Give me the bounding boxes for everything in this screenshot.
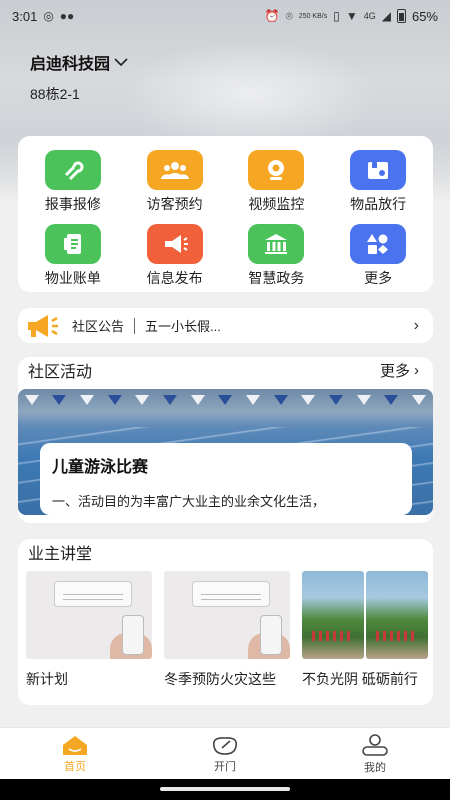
services-card: 报事报修 访客预约 视频监控 物品放行 物业账单 信息发布 智慧政务 更多 [18, 136, 433, 292]
bottom-tab-bar: 首页 开门 我的 [0, 727, 450, 779]
lecture-list: 新计划 冬季预防火灾这些 不负光阴 砥砺前行 [18, 565, 433, 689]
location-selector[interactable]: 启迪科技园 88栋2-1 [30, 50, 128, 104]
notice-label: 社区公告 [72, 319, 125, 334]
service-label: 物品放行 [350, 196, 407, 212]
services-grid: 报事报修 访客预约 视频监控 物品放行 物业账单 信息发布 智慧政务 更多 [22, 150, 429, 288]
home-gesture-pill[interactable] [160, 787, 290, 791]
lecture-item[interactable]: 冬季预防火灾这些 [164, 571, 290, 689]
activity-info-card[interactable]: 儿童游泳比赛 一、活动目的为丰富广大业主的业余文化生活， [40, 443, 412, 515]
activity-description: 一、活动目的为丰富广大业主的业余文化生活， [52, 494, 326, 509]
status-bar: 3:01 ◎ ●● ⏰ ⌾ 250 KB/s ▯ ▼ 4G ◢ 65% [0, 0, 450, 32]
service-label: 访客预约 [146, 196, 203, 212]
service-label: 报事报修 [44, 196, 101, 212]
megaphone-icon[interactable] [146, 224, 203, 264]
divider [134, 317, 136, 334]
network-speed: 250 KB/s [298, 12, 328, 20]
running-event-image[interactable] [302, 571, 428, 659]
door-open-icon[interactable] [210, 734, 240, 756]
network-type: 4G [363, 11, 376, 21]
visitors-icon[interactable] [146, 150, 203, 190]
wechat-icon: ●● [59, 9, 75, 23]
alarm-icon: ⏰ [264, 9, 280, 23]
home-icon[interactable] [61, 734, 89, 756]
air-conditioner-image[interactable] [26, 571, 152, 659]
tab-label[interactable]: 开门 [214, 758, 236, 774]
user-icon[interactable] [361, 733, 389, 757]
lecture-title: 不负光阴 砥砺前行 [302, 671, 418, 687]
status-time: 3:01 [12, 8, 38, 24]
battery-level: 65% [411, 8, 438, 24]
community-notice-bar[interactable]: 社区公告 五一小长假... › [18, 308, 433, 343]
chevron-right-icon[interactable]: › [414, 317, 419, 335]
service-government[interactable]: 智慧政务 [226, 224, 328, 288]
service-release[interactable]: 物品放行 [327, 150, 429, 214]
government-icon[interactable] [248, 224, 305, 264]
pennant-flags [18, 395, 433, 409]
unit-number: 88栋2-1 [30, 86, 80, 102]
wifi-icon: ▼ [345, 9, 358, 23]
service-bill[interactable]: 物业账单 [22, 224, 124, 288]
battery-icon [396, 9, 406, 23]
tab-home[interactable]: 首页 [0, 728, 150, 779]
service-label: 智慧政务 [248, 270, 305, 286]
owner-lecture-card: 业主讲堂 新计划 冬季预防火灾这些 不负光阴 砥砺前行 [18, 539, 433, 705]
wrench-icon[interactable] [44, 150, 101, 190]
section-title: 社区活动 [28, 364, 93, 381]
service-camera[interactable]: 视频监控 [226, 150, 328, 214]
lecture-title: 新计划 [26, 671, 68, 687]
signal-icon: ◢ [381, 9, 391, 23]
service-repair[interactable]: 报事报修 [22, 150, 124, 214]
bill-icon[interactable] [44, 224, 101, 264]
megaphone-icon [28, 314, 58, 337]
tab-profile[interactable]: 我的 [300, 728, 450, 779]
tab-label[interactable]: 我的 [364, 759, 386, 775]
notice-text[interactable]: 五一小长假... [145, 316, 414, 335]
system-navigation-bar [0, 779, 450, 800]
community-activity-card: 社区活动 更多 › 儿童游泳比赛 一、活动目的为丰富广大业主的业余文化生活， [18, 357, 433, 523]
chevron-down-icon[interactable] [114, 57, 128, 67]
weibo-icon: ◎ [43, 9, 54, 23]
service-label: 视频监控 [248, 196, 305, 212]
air-conditioner-image[interactable] [164, 571, 290, 659]
vibrate-icon: ▯ [333, 9, 340, 23]
service-label: 更多 [364, 270, 393, 286]
lecture-item[interactable]: 新计划 [26, 571, 152, 689]
service-visitor[interactable]: 访客预约 [124, 150, 226, 214]
activity-title: 儿童游泳比赛 [52, 459, 149, 476]
lecture-title: 冬季预防火灾这些 [164, 671, 276, 687]
community-name[interactable]: 启迪科技园 [30, 50, 110, 74]
service-label: 信息发布 [146, 270, 203, 286]
more-link[interactable]: 更多 › [380, 360, 419, 381]
more-label[interactable]: 更多 [380, 360, 410, 381]
service-label: 物业账单 [44, 270, 101, 286]
location-pin-icon: ⌾ [285, 8, 293, 23]
lecture-item[interactable]: 不负光阴 砥砺前行 [302, 571, 428, 689]
package-icon[interactable] [350, 150, 407, 190]
section-title: 业主讲堂 [28, 546, 93, 563]
chevron-right-icon[interactable]: › [414, 362, 419, 379]
shapes-icon[interactable] [350, 224, 407, 264]
camera-icon[interactable] [248, 150, 305, 190]
tab-label[interactable]: 首页 [64, 758, 86, 774]
service-more[interactable]: 更多 [327, 224, 429, 288]
tab-open-door[interactable]: 开门 [150, 728, 300, 779]
service-publish[interactable]: 信息发布 [124, 224, 226, 288]
